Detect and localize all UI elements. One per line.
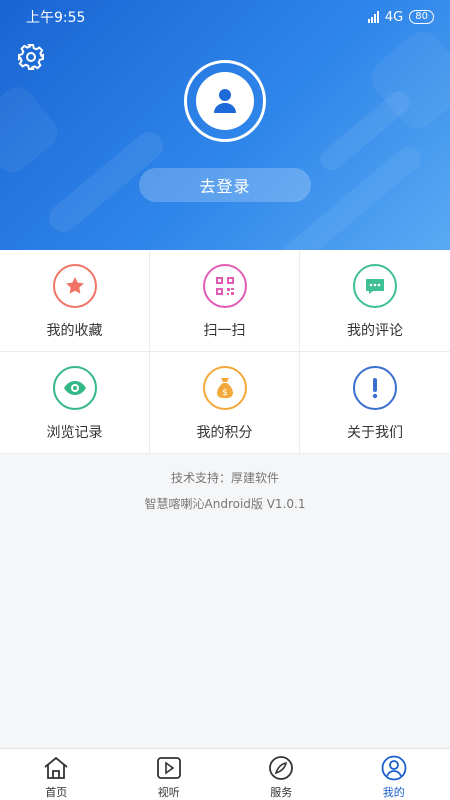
- status-bar: 上午9:55 4G 80: [0, 0, 450, 34]
- grid-item-scan[interactable]: 扫一扫: [150, 250, 300, 352]
- home-icon: [44, 756, 68, 779]
- battery-icon: 80: [409, 10, 434, 24]
- qr-code-icon: [202, 264, 247, 308]
- play-icon: [156, 757, 181, 779]
- nav-label: 视听: [157, 786, 180, 799]
- bottom-navigation: 首页 视听 服务 我的: [0, 748, 450, 800]
- nav-item-services[interactable]: 服务: [225, 749, 338, 800]
- feature-grid: 我的收藏 扫一扫 我的评论 浏览记录 $ 我的积分 关于我们: [0, 250, 450, 454]
- grid-item-label: 扫一扫: [203, 323, 246, 339]
- profile-header: 上午9:55 4G 80 去登录: [0, 0, 450, 250]
- nav-label: 我的: [382, 786, 405, 799]
- nav-item-media[interactable]: 视听: [113, 749, 226, 800]
- app-info: 技术支持：厚建软件 智慧喀喇沁Android版 V1.0.1: [0, 468, 450, 520]
- avatar[interactable]: [184, 60, 266, 142]
- settings-gear-icon[interactable]: [16, 42, 46, 72]
- nav-item-mine[interactable]: 我的: [338, 749, 450, 800]
- grid-item-label: 浏览记录: [46, 425, 103, 441]
- nav-item-home[interactable]: 首页: [0, 749, 113, 800]
- grid-item-comments[interactable]: 我的评论: [300, 250, 450, 352]
- grid-item-history[interactable]: 浏览记录: [0, 352, 150, 454]
- grid-item-favorites[interactable]: 我的收藏: [0, 250, 150, 352]
- user-avatar-icon: [214, 89, 236, 113]
- grid-item-label: 我的评论: [347, 323, 403, 339]
- grid-item-label: 我的收藏: [46, 323, 103, 339]
- nav-label: 首页: [45, 786, 68, 799]
- status-indicators: 4G 80: [367, 9, 434, 25]
- version-text: 智慧喀喇沁Android版 V1.0.1: [144, 497, 306, 511]
- comment-icon: [353, 264, 397, 308]
- avatar-inner: [196, 72, 254, 130]
- network-type: 4G: [384, 9, 404, 25]
- nav-label: 服务: [270, 786, 293, 799]
- money-bag-icon: $: [202, 366, 247, 410]
- signal-icon: [367, 11, 379, 23]
- grid-item-about[interactable]: 关于我们: [300, 352, 450, 454]
- grid-item-label: 关于我们: [347, 425, 403, 441]
- login-button[interactable]: 去登录: [139, 168, 311, 202]
- user-icon: [381, 755, 407, 781]
- status-time: 上午9:55: [26, 10, 86, 26]
- svg-text:$: $: [222, 388, 228, 398]
- compass-icon: [269, 756, 294, 780]
- star-icon: [52, 264, 97, 308]
- info-icon: [353, 366, 397, 410]
- eye-icon: [52, 366, 97, 410]
- tech-support-text: 技术支持：厚建软件: [170, 471, 279, 485]
- grid-item-label: 我的积分: [196, 425, 253, 441]
- header-decoration: [0, 80, 65, 180]
- battery-level: 80: [415, 11, 428, 22]
- grid-item-points[interactable]: $ 我的积分: [150, 352, 300, 454]
